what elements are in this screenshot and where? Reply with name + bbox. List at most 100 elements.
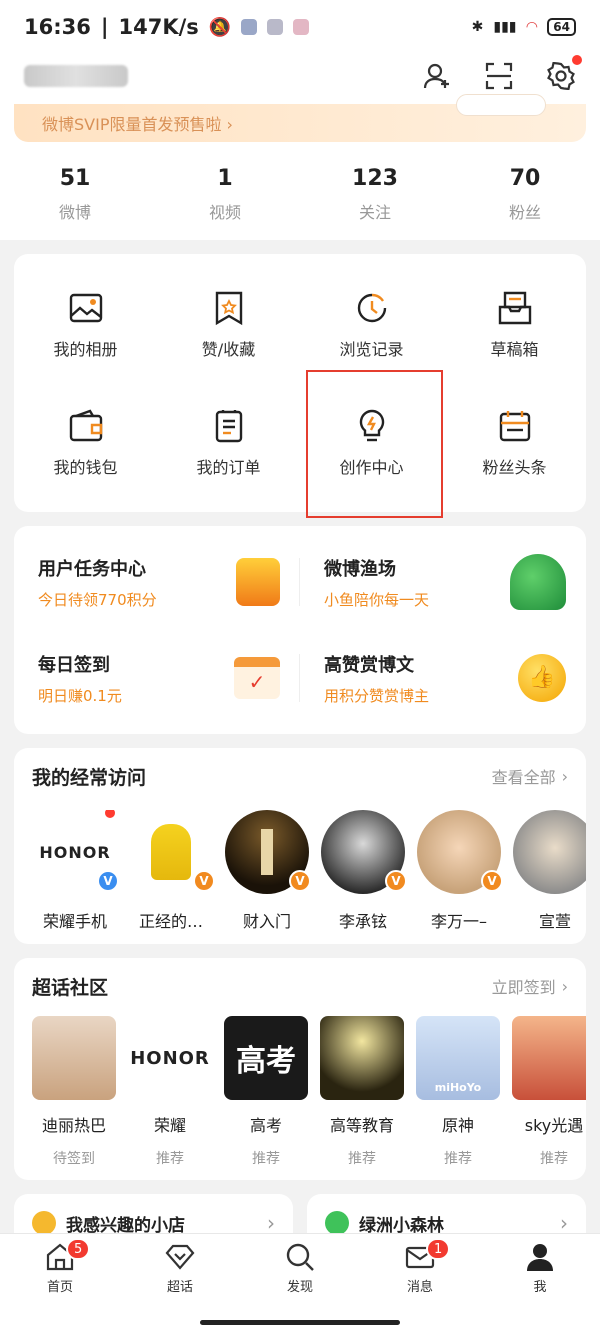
topic-item[interactable]: 迪丽热巴 待签到 [32, 1016, 116, 1168]
avatar: V [417, 810, 503, 894]
verified-badge-icon: V [193, 870, 215, 892]
tab-label: 超话 [166, 1280, 193, 1295]
task-weibo-fishery[interactable]: 微博渔场 小鱼陪你每一天 [300, 534, 586, 630]
task-praise-posts[interactable]: 高赞赏博文 用积分赞赏博主 👍 [300, 630, 586, 726]
view-all-link[interactable]: 查看全部 › [492, 764, 568, 788]
grid-item-wallet[interactable]: 我的钱包 [14, 384, 157, 502]
stat-number: 70 [509, 165, 541, 191]
username-blurred [24, 65, 128, 87]
section-title: 我的经常访问 [32, 766, 147, 789]
stat-weibo[interactable]: 51 微博 [5, 166, 145, 223]
frequent-item[interactable]: 宣萱 [512, 810, 586, 932]
shop-icon [32, 1211, 56, 1235]
status-network-speed: 147K/s [118, 15, 199, 39]
grid-item-label: 我的相册 [53, 340, 118, 359]
tab-label: 发现 [286, 1280, 313, 1295]
stat-label: 关注 [358, 202, 391, 222]
topic-item[interactable]: 高考 高考 推荐 [224, 1016, 308, 1168]
chevron-right-icon: › [561, 976, 568, 996]
app-notify-icon [241, 19, 258, 35]
stat-label: 视频 [208, 202, 241, 222]
topic-item[interactable]: HONOR 荣耀 推荐 [128, 1016, 212, 1168]
topic-status: 推荐 [252, 1151, 280, 1167]
tools-grid: 我的相册 赞/收藏 浏览记录 草稿箱 我的钱包 我的订单 创作中心 粉丝头条 [14, 254, 586, 518]
frequent-item[interactable]: HONOR V 荣耀手机 [32, 810, 119, 932]
topic-image: miHoYo [416, 1016, 500, 1100]
shop-label: 我感兴趣的小店 [66, 1215, 185, 1236]
oasis-icon [325, 1211, 349, 1235]
verified-badge-icon: V [289, 870, 311, 892]
grid-item-label: 我的订单 [196, 458, 261, 477]
grid-item-history[interactable]: 浏览记录 [300, 266, 443, 384]
grid-item-orders[interactable]: 我的订单 [157, 384, 300, 502]
grid-item-creator-center[interactable]: 创作中心 [300, 370, 443, 518]
scan-icon[interactable] [484, 61, 514, 91]
avatar-name: 李承铉 [338, 912, 387, 931]
avatar-name: 正经的… [138, 912, 203, 931]
frequent-item[interactable]: V 财入门 [224, 810, 311, 932]
task-daily-checkin[interactable]: 每日签到 明日赚0.1元 ✓ [14, 630, 300, 726]
stat-number: 1 [217, 165, 233, 191]
avatar-name: 财入门 [242, 912, 291, 931]
add-friend-icon[interactable] [422, 61, 452, 91]
tab-home[interactable]: 5 首页 [20, 1238, 100, 1333]
grid-item-favorites[interactable]: 赞/收藏 [157, 266, 300, 384]
svip-banner-text: 微博SVIP限量首发预售啦 › [42, 115, 233, 134]
section-title: 超话社区 [32, 976, 109, 999]
frequent-item[interactable]: V 正经的… [128, 810, 215, 932]
topic-item[interactable]: 高等教育 推荐 [320, 1016, 404, 1168]
frequent-item[interactable]: V 李承铉 [320, 810, 407, 932]
topic-name: 高考 [249, 1116, 282, 1135]
bluetooth-icon: ✱ [471, 19, 484, 35]
grid-item-label: 我的钱包 [53, 458, 118, 477]
topic-name: sky光遇 [524, 1116, 584, 1135]
thumbs-up-coin-icon: 👍 [518, 654, 566, 702]
svip-presale-banner[interactable]: 微博SVIP限量首发预售啦 › [14, 94, 586, 142]
wallet-icon [69, 409, 102, 442]
view-all-label: 查看全部 [491, 768, 556, 787]
app-notify-icon [293, 19, 310, 35]
shop-label: 绿洲小森林 [359, 1215, 444, 1236]
stat-fans[interactable]: 70 粉丝 [455, 166, 595, 223]
plant-icon [510, 554, 566, 610]
grid-item-fans-headline[interactable]: 粉丝头条 [443, 384, 586, 502]
task-user-center[interactable]: 用户任务中心 今日待领770积分 [14, 534, 300, 630]
stat-following[interactable]: 123 关注 [305, 166, 445, 223]
search-icon [286, 1243, 314, 1271]
avatar [513, 810, 586, 894]
notification-dot [572, 55, 582, 65]
stat-label: 粉丝 [508, 202, 541, 222]
topic-item[interactable]: miHoYo 原神 推荐 [416, 1016, 500, 1168]
grid-item-drafts[interactable]: 草稿箱 [443, 266, 586, 384]
calendar-check-icon: ✓ [234, 657, 280, 699]
avatar: V [321, 810, 407, 894]
favorite-icon [215, 291, 242, 326]
check-in-now-link[interactable]: 立即签到 › [492, 974, 568, 998]
chevron-right-icon: › [561, 766, 568, 786]
topic-image [320, 1016, 404, 1100]
verified-badge-icon: V [481, 870, 503, 892]
stat-video[interactable]: 1 视频 [155, 166, 295, 223]
coin-gift-icon [236, 558, 280, 606]
tab-me[interactable]: 我 [500, 1242, 580, 1333]
topic-image: HONOR [128, 1016, 212, 1100]
topic-image-text: 高考 [236, 1044, 296, 1079]
tab-label: 消息 [406, 1280, 433, 1295]
settings-gear-icon[interactable] [546, 55, 582, 91]
mute-icon: 🔕 [208, 16, 232, 38]
topic-status: 推荐 [348, 1151, 376, 1167]
task-title: 微博渔场 [324, 558, 396, 580]
topic-item[interactable]: sky光遇 推荐 [512, 1016, 586, 1168]
avatar-name: 荣耀手机 [42, 912, 107, 931]
task-title: 每日签到 [38, 654, 110, 676]
battery-icon: 64 [547, 18, 576, 36]
status-bar: 16:36 | 147K/s 🔕 ✱ ▮▮▮ ◠ 64 [0, 0, 600, 54]
fans-headline-icon [499, 411, 530, 442]
task-subtitle: 今日待领770积分 [38, 590, 157, 609]
signal-icon: ▮▮▮ [493, 19, 517, 35]
profile-stats: 51 微博 1 视频 123 关注 70 粉丝 [0, 142, 600, 240]
frequent-item[interactable]: V 李万一– [416, 810, 503, 932]
stat-label: 微博 [58, 202, 91, 222]
highlight-box [306, 370, 443, 518]
grid-item-album[interactable]: 我的相册 [14, 266, 157, 384]
